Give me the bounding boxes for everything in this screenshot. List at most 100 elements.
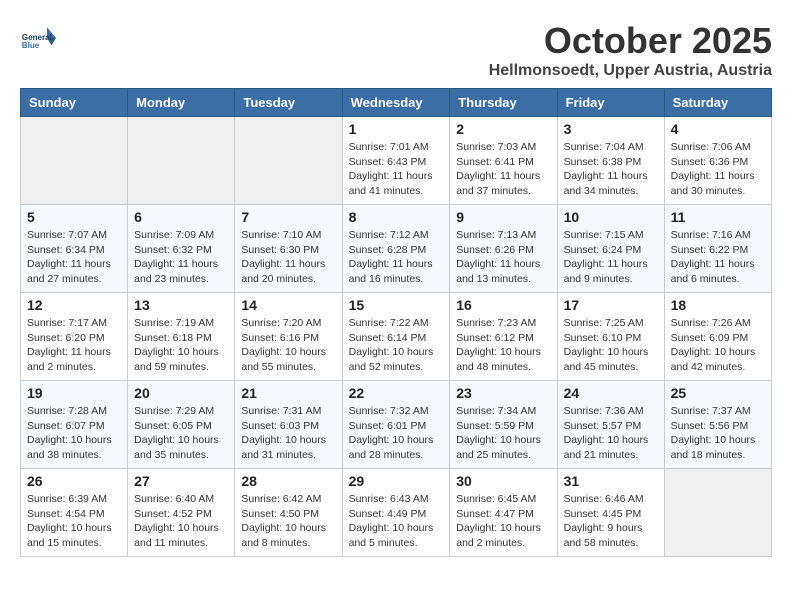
- day-number: 30: [456, 473, 550, 489]
- calendar-day-cell: 21 Sunrise: 7:31 AM Sunset: 6:03 PM Dayli…: [235, 381, 342, 469]
- calendar-week-row: 1Sunrise: 7:01 AM Sunset: 6:43 PM Daylig…: [21, 117, 772, 205]
- calendar-empty-cell: [664, 469, 771, 557]
- day-info: Sunrise: 7:17 AM Sunset: 6:20 PM Dayligh…: [27, 316, 121, 375]
- calendar-day-cell: 16 Sunrise: 7:23 AM Sunset: 6:12 PM Dayli…: [450, 293, 557, 381]
- calendar-week-row: 5 Sunrise: 7:07 AM Sunset: 6:34 PM Daylig…: [21, 205, 772, 293]
- calendar-day-cell: 1Sunrise: 7:01 AM Sunset: 6:43 PM Daylig…: [342, 117, 450, 205]
- calendar-day-cell: 31 Sunrise: 6:46 AM Sunset: 4:45 PM Dayli…: [557, 469, 664, 557]
- day-number: 18: [671, 297, 765, 313]
- calendar-empty-cell: [128, 117, 235, 205]
- calendar-day-cell: 4Sunrise: 7:06 AM Sunset: 6:36 PM Daylig…: [664, 117, 771, 205]
- day-number: 14: [241, 297, 335, 313]
- day-number: 26: [27, 473, 121, 489]
- calendar-day-cell: 22Sunrise: 7:32 AM Sunset: 6:01 PM Dayli…: [342, 381, 450, 469]
- day-info: Sunrise: 7:20 AM Sunset: 6:16 PM Dayligh…: [241, 316, 335, 375]
- day-info: Sunrise: 7:09 AM Sunset: 6:32 PM Dayligh…: [134, 228, 228, 287]
- day-info: Sunrise: 7:23 AM Sunset: 6:12 PM Dayligh…: [456, 316, 550, 375]
- calendar-day-cell: 3Sunrise: 7:04 AM Sunset: 6:38 PM Daylig…: [557, 117, 664, 205]
- day-info: Sunrise: 7:31 AM Sunset: 6:03 PM Dayligh…: [241, 404, 335, 463]
- calendar-body: 1Sunrise: 7:01 AM Sunset: 6:43 PM Daylig…: [21, 117, 772, 557]
- calendar-day-cell: 12Sunrise: 7:17 AM Sunset: 6:20 PM Dayli…: [21, 293, 128, 381]
- weekday-header-sunday: Sunday: [21, 89, 128, 117]
- day-info: Sunrise: 7:03 AM Sunset: 6:41 PM Dayligh…: [456, 140, 550, 199]
- calendar-day-cell: 11Sunrise: 7:16 AM Sunset: 6:22 PM Dayli…: [664, 205, 771, 293]
- svg-text:Blue: Blue: [22, 41, 40, 50]
- calendar-day-cell: 14 Sunrise: 7:20 AM Sunset: 6:16 PM Dayli…: [235, 293, 342, 381]
- calendar-day-cell: 30 Sunrise: 6:45 AM Sunset: 4:47 PM Dayli…: [450, 469, 557, 557]
- day-info: Sunrise: 6:43 AM Sunset: 4:49 PM Dayligh…: [349, 492, 444, 551]
- day-number: 24: [564, 385, 658, 401]
- calendar-day-cell: 18 Sunrise: 7:26 AM Sunset: 6:09 PM Dayli…: [664, 293, 771, 381]
- page-header: General Blue General Blue October 2025 H…: [20, 20, 772, 80]
- calendar-table: SundayMondayTuesdayWednesdayThursdayFrid…: [20, 88, 772, 557]
- day-info: Sunrise: 6:40 AM Sunset: 4:52 PM Dayligh…: [134, 492, 228, 551]
- day-number: 15: [349, 297, 444, 313]
- day-number: 17: [564, 297, 658, 313]
- weekday-header-tuesday: Tuesday: [235, 89, 342, 117]
- day-info: Sunrise: 7:13 AM Sunset: 6:26 PM Dayligh…: [456, 228, 550, 287]
- day-number: 5: [27, 209, 121, 225]
- day-info: Sunrise: 7:36 AM Sunset: 5:57 PM Dayligh…: [564, 404, 658, 463]
- calendar-day-cell: 13 Sunrise: 7:19 AM Sunset: 6:18 PM Dayli…: [128, 293, 235, 381]
- day-number: 16: [456, 297, 550, 313]
- day-info: Sunrise: 7:37 AM Sunset: 5:56 PM Dayligh…: [671, 404, 765, 463]
- calendar-day-cell: 17 Sunrise: 7:25 AM Sunset: 6:10 PM Dayli…: [557, 293, 664, 381]
- day-number: 9: [456, 209, 550, 225]
- logo: General Blue General Blue: [20, 20, 56, 56]
- weekday-header-saturday: Saturday: [664, 89, 771, 117]
- day-number: 29: [349, 473, 444, 489]
- day-number: 10: [564, 209, 658, 225]
- day-number: 2: [456, 121, 550, 137]
- day-info: Sunrise: 7:07 AM Sunset: 6:34 PM Dayligh…: [27, 228, 121, 287]
- day-number: 21: [241, 385, 335, 401]
- day-info: Sunrise: 7:29 AM Sunset: 6:05 PM Dayligh…: [134, 404, 228, 463]
- day-number: 13: [134, 297, 228, 313]
- day-info: Sunrise: 7:16 AM Sunset: 6:22 PM Dayligh…: [671, 228, 765, 287]
- day-number: 8: [349, 209, 444, 225]
- day-info: Sunrise: 7:12 AM Sunset: 6:28 PM Dayligh…: [349, 228, 444, 287]
- logo-icon: General Blue: [20, 20, 56, 56]
- day-info: Sunrise: 7:19 AM Sunset: 6:18 PM Dayligh…: [134, 316, 228, 375]
- day-number: 20: [134, 385, 228, 401]
- day-number: 27: [134, 473, 228, 489]
- calendar-empty-cell: [235, 117, 342, 205]
- day-info: Sunrise: 6:39 AM Sunset: 4:54 PM Dayligh…: [27, 492, 121, 551]
- day-info: Sunrise: 7:15 AM Sunset: 6:24 PM Dayligh…: [564, 228, 658, 287]
- day-info: Sunrise: 7:32 AM Sunset: 6:01 PM Dayligh…: [349, 404, 444, 463]
- day-number: 19: [27, 385, 121, 401]
- weekday-header-wednesday: Wednesday: [342, 89, 450, 117]
- calendar-week-row: 12Sunrise: 7:17 AM Sunset: 6:20 PM Dayli…: [21, 293, 772, 381]
- calendar-day-cell: 20 Sunrise: 7:29 AM Sunset: 6:05 PM Dayli…: [128, 381, 235, 469]
- calendar-day-cell: 26 Sunrise: 6:39 AM Sunset: 4:54 PM Dayli…: [21, 469, 128, 557]
- day-info: Sunrise: 7:34 AM Sunset: 5:59 PM Dayligh…: [456, 404, 550, 463]
- calendar-day-cell: 19 Sunrise: 7:28 AM Sunset: 6:07 PM Dayli…: [21, 381, 128, 469]
- calendar-week-row: 19 Sunrise: 7:28 AM Sunset: 6:07 PM Dayli…: [21, 381, 772, 469]
- calendar-week-row: 26 Sunrise: 6:39 AM Sunset: 4:54 PM Dayli…: [21, 469, 772, 557]
- day-info: Sunrise: 7:01 AM Sunset: 6:43 PM Dayligh…: [349, 140, 444, 199]
- calendar-day-cell: 2 Sunrise: 7:03 AM Sunset: 6:41 PM Daylig…: [450, 117, 557, 205]
- day-info: Sunrise: 7:25 AM Sunset: 6:10 PM Dayligh…: [564, 316, 658, 375]
- weekday-header-thursday: Thursday: [450, 89, 557, 117]
- day-number: 25: [671, 385, 765, 401]
- calendar-day-cell: 29 Sunrise: 6:43 AM Sunset: 4:49 PM Dayli…: [342, 469, 450, 557]
- location-title: Hellmonsoedt, Upper Austria, Austria: [489, 62, 772, 80]
- day-info: Sunrise: 7:04 AM Sunset: 6:38 PM Dayligh…: [564, 140, 658, 199]
- day-info: Sunrise: 7:10 AM Sunset: 6:30 PM Dayligh…: [241, 228, 335, 287]
- calendar-day-cell: 9 Sunrise: 7:13 AM Sunset: 6:26 PM Daylig…: [450, 205, 557, 293]
- day-number: 6: [134, 209, 228, 225]
- calendar-day-cell: 10 Sunrise: 7:15 AM Sunset: 6:24 PM Dayli…: [557, 205, 664, 293]
- day-number: 23: [456, 385, 550, 401]
- day-info: Sunrise: 6:45 AM Sunset: 4:47 PM Dayligh…: [456, 492, 550, 551]
- day-info: Sunrise: 7:28 AM Sunset: 6:07 PM Dayligh…: [27, 404, 121, 463]
- calendar-header-row: SundayMondayTuesdayWednesdayThursdayFrid…: [21, 89, 772, 117]
- calendar-day-cell: 6 Sunrise: 7:09 AM Sunset: 6:32 PM Daylig…: [128, 205, 235, 293]
- title-section: October 2025 Hellmonsoedt, Upper Austria…: [489, 20, 772, 80]
- calendar-day-cell: 28Sunrise: 6:42 AM Sunset: 4:50 PM Dayli…: [235, 469, 342, 557]
- weekday-header-monday: Monday: [128, 89, 235, 117]
- day-info: Sunrise: 6:46 AM Sunset: 4:45 PM Dayligh…: [564, 492, 658, 551]
- calendar-day-cell: 15Sunrise: 7:22 AM Sunset: 6:14 PM Dayli…: [342, 293, 450, 381]
- calendar-day-cell: 23 Sunrise: 7:34 AM Sunset: 5:59 PM Dayli…: [450, 381, 557, 469]
- day-number: 28: [241, 473, 335, 489]
- day-info: Sunrise: 7:26 AM Sunset: 6:09 PM Dayligh…: [671, 316, 765, 375]
- day-number: 31: [564, 473, 658, 489]
